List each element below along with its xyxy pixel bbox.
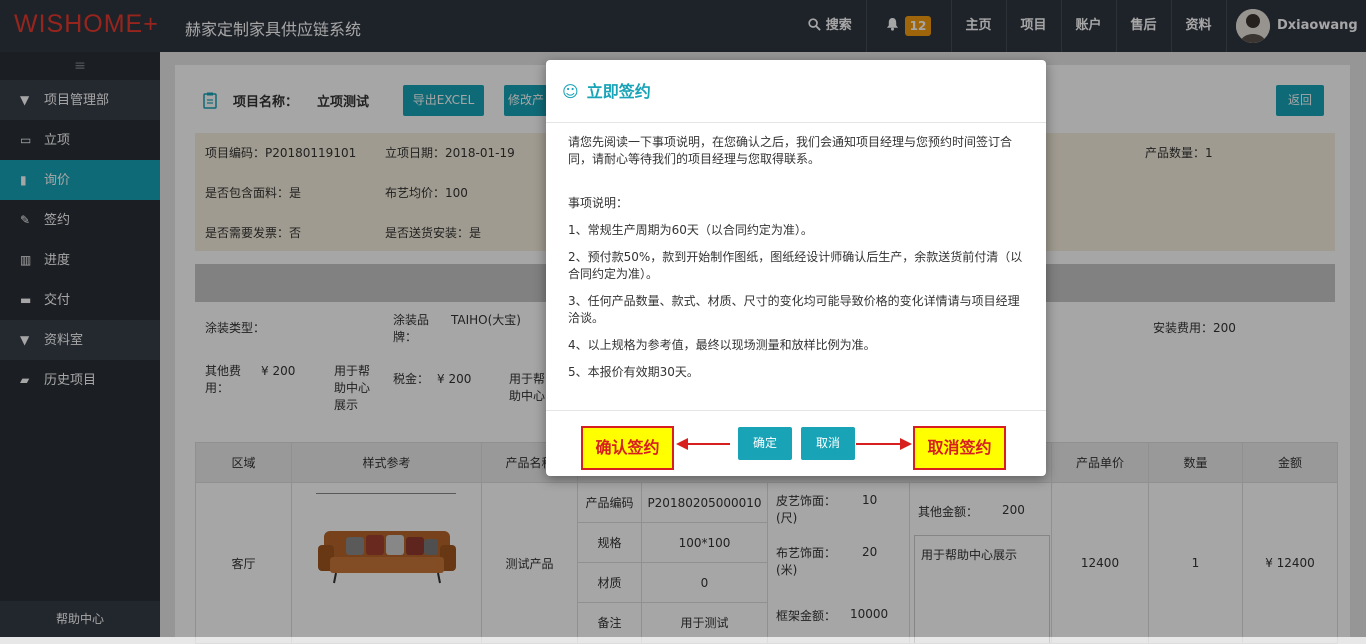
modal-body: 请您先阅读一下事项说明，在您确认之后，我们会通知项目经理与您预约时间签订合同，请… [568,134,1028,391]
modal-title: 立即签约 [586,82,651,101]
modal-item: 3、任何产品数量、款式、材质、尺寸的变化均可能导致价格的变化详情请与项目经理洽谈… [568,294,1020,325]
modal-item: 4、以上规格为参考值，最终以现场测量和放样比例为准。 [568,338,876,352]
cancel-callout: 取消签约 [913,426,1006,470]
modal-intro: 请您先阅读一下事项说明，在您确认之后，我们会通知项目经理与您预约时间签订合同，请… [568,135,1013,166]
cancel-button[interactable]: 取消 [801,427,855,460]
modal-items-title: 事项说明： [568,196,629,210]
modal-item: 2、预付款50%，款到开始制作图纸，图纸经设计师确认后生产，余款送货前付清（以合… [568,250,1023,281]
modal-item: 1、常规生产周期为60天（以合同约定为准）。 [568,223,813,237]
sign-contract-modal: ☺ 立即签约 请您先阅读一下事项说明，在您确认之后，我们会通知项目经理与您预约时间… [546,60,1046,476]
modal-item: 5、本报价有效期30天。 [568,365,699,379]
arrow-left-icon [676,438,730,450]
arrow-right-icon [856,438,912,450]
modal-header: ☺ 立即签约 [546,60,1046,123]
smile-icon: ☺ [562,82,579,101]
confirm-callout: 确认签约 [581,426,674,470]
confirm-button[interactable]: 确定 [738,427,792,460]
